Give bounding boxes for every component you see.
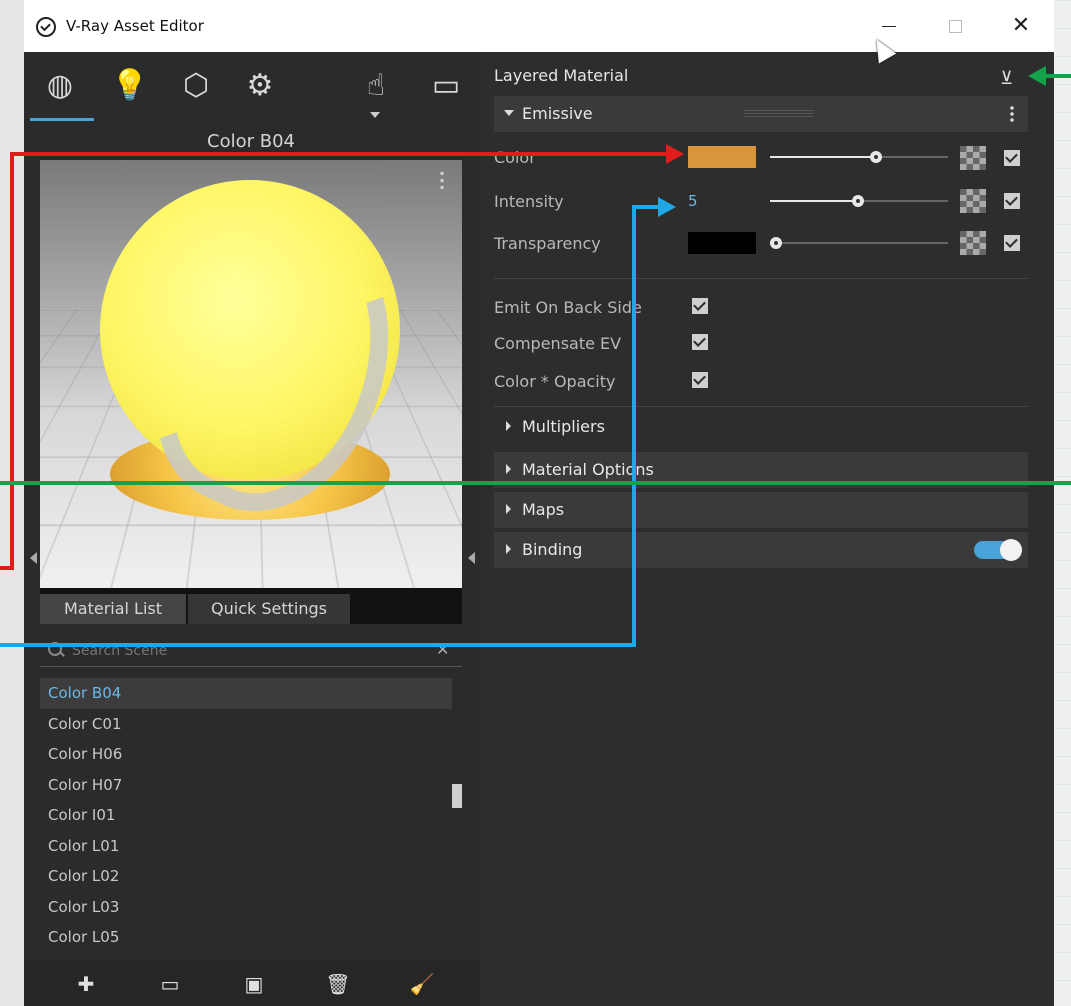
color-map-icon[interactable]	[960, 146, 986, 170]
annotation-arrow-red	[10, 152, 14, 570]
list-actions-bar: ✚ ▭ ▣ 🗑 🧹	[24, 960, 480, 1006]
render-interactive-icon[interactable]: ☝	[356, 66, 396, 106]
annotation-arrowhead-red-icon	[666, 144, 684, 164]
emit-back-label: Emit On Back Side	[494, 298, 642, 317]
asset-editor-window: V-Ray Asset Editor ✕ ◍ 💡 ⬡ ⚙ ☝ ▭ Color B…	[24, 0, 1054, 1006]
search-bar: ✕	[40, 636, 462, 667]
panel-header: Layered Material	[494, 66, 629, 85]
list-item[interactable]: Color H07	[40, 770, 452, 801]
list-scrollbar[interactable]	[452, 784, 462, 808]
geometry-category-icon[interactable]: ⬡	[176, 66, 216, 106]
section-binding[interactable]: Binding	[494, 532, 1028, 568]
tab-material-list[interactable]: Material List	[40, 594, 186, 624]
list-item[interactable]: Color H06	[40, 739, 452, 770]
annotation-line-green	[0, 481, 1071, 485]
left-panel: ◍ 💡 ⬡ ⚙ ☝ ▭ Color B04 Material List Quic…	[24, 52, 480, 1006]
annotation-arrow-blue	[0, 643, 636, 647]
material-preview	[40, 160, 462, 588]
list-item[interactable]: Color L01	[40, 831, 452, 862]
transparency-color-swatch[interactable]	[688, 232, 756, 254]
intensity-value[interactable]: 5	[688, 192, 698, 210]
color-opacity-label: Color * Opacity	[494, 372, 616, 391]
color-label: Color	[494, 148, 536, 167]
minimize-button[interactable]	[866, 10, 912, 42]
compensate-ev-checkbox[interactable]	[692, 334, 708, 350]
intensity-slider[interactable]	[770, 195, 948, 207]
minimize-icon	[882, 25, 896, 27]
list-item[interactable]: Color L05	[40, 922, 452, 953]
expand-icon	[506, 544, 511, 554]
list-item[interactable]: Color I01	[40, 800, 452, 831]
preview-menu-icon[interactable]	[440, 170, 444, 190]
annotation-arrowhead-green-icon	[1028, 66, 1046, 86]
list-item[interactable]: Color L02	[40, 861, 452, 892]
section-label: Multipliers	[522, 417, 605, 436]
annotation-arrow-blue	[632, 205, 636, 647]
emit-back-checkbox[interactable]	[692, 298, 708, 314]
vray-logo-icon	[36, 17, 56, 37]
settings-category-icon[interactable]: ⚙	[240, 66, 280, 106]
close-icon: ✕	[1011, 13, 1031, 38]
list-item[interactable]: Color C01	[40, 709, 452, 740]
material-list: Color B04 Color C01 Color H06 Color H07 …	[40, 678, 452, 960]
transparency-enable-checkbox[interactable]	[1004, 235, 1020, 251]
expand-icon	[506, 464, 511, 474]
save-icon[interactable]: ▣	[238, 968, 270, 1000]
purge-icon[interactable]: 🧹	[406, 968, 438, 1000]
section-label: Maps	[522, 500, 565, 519]
frame-buffer-icon[interactable]: ▭	[426, 66, 466, 106]
divider	[494, 406, 1028, 407]
drag-handle-icon[interactable]	[744, 110, 814, 117]
right-panel: Layered Material ⊻ Emissive Color Intens…	[480, 52, 1054, 1006]
transparency-label: Transparency	[494, 234, 601, 253]
title-bar: V-Ray Asset Editor ✕	[24, 0, 1054, 52]
annotation-arrow-red	[10, 152, 670, 156]
delete-icon[interactable]: 🗑	[322, 968, 354, 1000]
collapse-right-icon[interactable]	[468, 552, 475, 564]
create-asset-icon[interactable]: ✚	[70, 968, 102, 1000]
maximize-button[interactable]	[932, 10, 978, 42]
intensity-label: Intensity	[494, 192, 564, 211]
annotation-arrow-green	[1046, 74, 1071, 78]
transparency-map-icon[interactable]	[960, 231, 986, 255]
list-item[interactable]: Color B04	[40, 678, 452, 709]
divider	[494, 278, 1028, 279]
expand-icon	[506, 421, 511, 431]
more-options-icon[interactable]	[1010, 105, 1014, 123]
close-button[interactable]: ✕	[998, 10, 1044, 42]
color-opacity-checkbox[interactable]	[692, 372, 708, 388]
expand-icon	[506, 504, 511, 514]
section-multipliers[interactable]: Multipliers	[494, 409, 1028, 445]
section-label: Emissive	[522, 104, 593, 123]
section-maps[interactable]: Maps	[494, 492, 1028, 528]
section-label: Binding	[522, 540, 583, 559]
annotation-arrowhead-blue-icon	[658, 197, 676, 217]
intensity-map-icon[interactable]	[960, 189, 986, 213]
add-layer-icon[interactable]: ⊻	[1000, 68, 1020, 89]
lights-category-icon[interactable]: 💡	[110, 66, 150, 106]
collapse-left-icon[interactable]	[30, 552, 37, 564]
annotation-arrow-red	[0, 566, 14, 570]
binding-toggle[interactable]	[974, 539, 1022, 561]
transparency-slider[interactable]	[770, 237, 948, 249]
maximize-icon	[948, 19, 962, 33]
left-tabs: Material List Quick Settings	[40, 588, 462, 624]
window-title: V-Ray Asset Editor	[66, 17, 204, 35]
desktop-background-right	[1054, 0, 1071, 1006]
expand-icon	[504, 110, 514, 116]
color-enable-checkbox[interactable]	[1004, 150, 1020, 166]
section-emissive[interactable]: Emissive	[494, 96, 1028, 132]
color-slider[interactable]	[770, 151, 948, 163]
materials-category-icon[interactable]: ◍	[30, 66, 94, 121]
compensate-ev-label: Compensate EV	[494, 334, 622, 353]
emissive-color-swatch[interactable]	[688, 146, 756, 168]
list-item[interactable]: Color L03	[40, 892, 452, 923]
tab-quick-settings[interactable]: Quick Settings	[188, 594, 350, 624]
open-file-icon[interactable]: ▭	[154, 968, 186, 1000]
category-toolbar: ◍ 💡 ⬡ ⚙ ☝ ▭	[24, 52, 480, 122]
intensity-enable-checkbox[interactable]	[1004, 193, 1020, 209]
render-dropdown-icon[interactable]	[370, 112, 380, 118]
